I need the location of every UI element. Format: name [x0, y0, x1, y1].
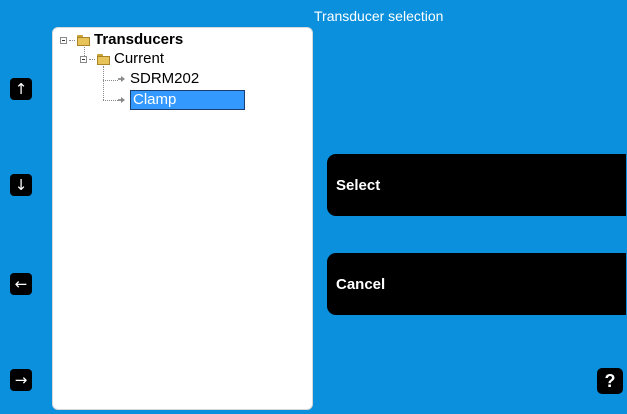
leaf-arrow-icon [118, 96, 126, 104]
tree-node-current[interactable]: Current [80, 50, 164, 68]
leaf-arrow-icon [118, 75, 126, 83]
scroll-down-button[interactable]: ↓ [10, 174, 32, 196]
expand-right-button[interactable]: → [10, 369, 32, 391]
help-icon: ? [604, 370, 616, 391]
arrow-up-icon: ↑ [14, 80, 28, 98]
tree-node-label: Current [114, 50, 165, 67]
tree-node-label-selected: Clamp [130, 90, 245, 110]
arrow-right-icon: → [14, 371, 28, 389]
collapse-toggle-icon[interactable] [60, 36, 67, 44]
tree-node-label: Transducers [94, 31, 184, 48]
arrow-down-icon: ↓ [14, 176, 28, 194]
arrow-left-icon: ← [14, 275, 28, 293]
tree-node-sdrm202[interactable]: SDRM202 [118, 70, 199, 88]
folder-icon [77, 34, 90, 46]
transducer-tree[interactable]: Transducers Current SDRM202 Clamp [52, 27, 313, 410]
collapse-left-button[interactable]: ← [10, 273, 32, 295]
cancel-button[interactable]: Cancel [327, 253, 626, 315]
tree-node-transducers[interactable]: Transducers [60, 31, 183, 49]
collapse-toggle-icon[interactable] [80, 55, 87, 63]
select-button[interactable]: Select [327, 154, 626, 216]
folder-icon [97, 53, 110, 65]
scroll-up-button[interactable]: ↑ [10, 78, 32, 100]
tree-node-label: SDRM202 [130, 70, 200, 87]
tree-node-clamp[interactable]: Clamp [118, 90, 245, 110]
select-button-label: Select [336, 176, 381, 194]
window-title: Transducer selection [314, 8, 444, 24]
cancel-button-label: Cancel [336, 275, 386, 293]
help-button[interactable]: ? [597, 368, 623, 394]
